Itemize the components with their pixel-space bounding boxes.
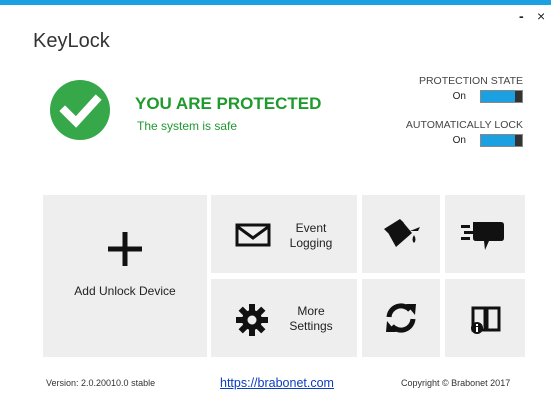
checkmark-circle-icon: [50, 80, 110, 140]
auto-lock-toggle[interactable]: [480, 134, 523, 147]
accent-bar: [0, 0, 551, 5]
event-logging-line2: Logging: [289, 236, 333, 250]
minimize-button[interactable]: -: [519, 9, 524, 23]
help-button[interactable]: [445, 279, 525, 357]
protection-state-row: On: [453, 90, 523, 103]
add-unlock-device-label: Add Unlock Device: [74, 284, 176, 298]
website-link[interactable]: https://brabonet.com: [220, 376, 334, 390]
add-unlock-device-button[interactable]: Add Unlock Device: [43, 195, 207, 357]
app-window: - × KeyLock YOU ARE PROTECTED The system…: [0, 0, 551, 394]
status-subtext: The system is safe: [137, 119, 238, 133]
plus-icon: [108, 232, 142, 266]
protection-state-toggle[interactable]: [480, 90, 523, 103]
more-settings-line1: More: [297, 304, 325, 318]
copyright-text: Copyright © Brabonet 2017: [401, 378, 511, 388]
book-info-icon: [471, 306, 501, 334]
version-text: Version: 2.0.20010.0 stable: [46, 378, 156, 388]
auto-lock-row: On: [453, 134, 523, 147]
protection-state-value: On: [452, 91, 466, 102]
more-settings-line2: Settings: [289, 319, 333, 333]
speech-bubble-icon: [461, 222, 504, 250]
event-logging-line1: Event: [295, 221, 327, 235]
feedback-button[interactable]: [445, 195, 525, 273]
status-headline: YOU ARE PROTECTED: [135, 94, 322, 113]
event-logging-label: Event Logging: [281, 221, 341, 251]
protection-state-label: PROTECTION STATE: [418, 75, 523, 87]
paint-bucket-icon: [384, 219, 420, 247]
close-button[interactable]: ×: [537, 9, 545, 23]
more-settings-button[interactable]: More Settings: [211, 279, 357, 357]
event-logging-button[interactable]: Event Logging: [211, 195, 357, 273]
update-button[interactable]: [362, 279, 440, 357]
envelope-icon: [235, 223, 271, 247]
theme-button[interactable]: [362, 195, 440, 273]
auto-lock-value: On: [452, 135, 466, 146]
app-title: KeyLock: [33, 30, 110, 52]
auto-lock-label: AUTOMATICALLY LOCK: [405, 119, 523, 131]
gear-icon: [236, 304, 268, 336]
more-settings-label: More Settings: [281, 304, 341, 334]
refresh-icon: [386, 303, 416, 333]
